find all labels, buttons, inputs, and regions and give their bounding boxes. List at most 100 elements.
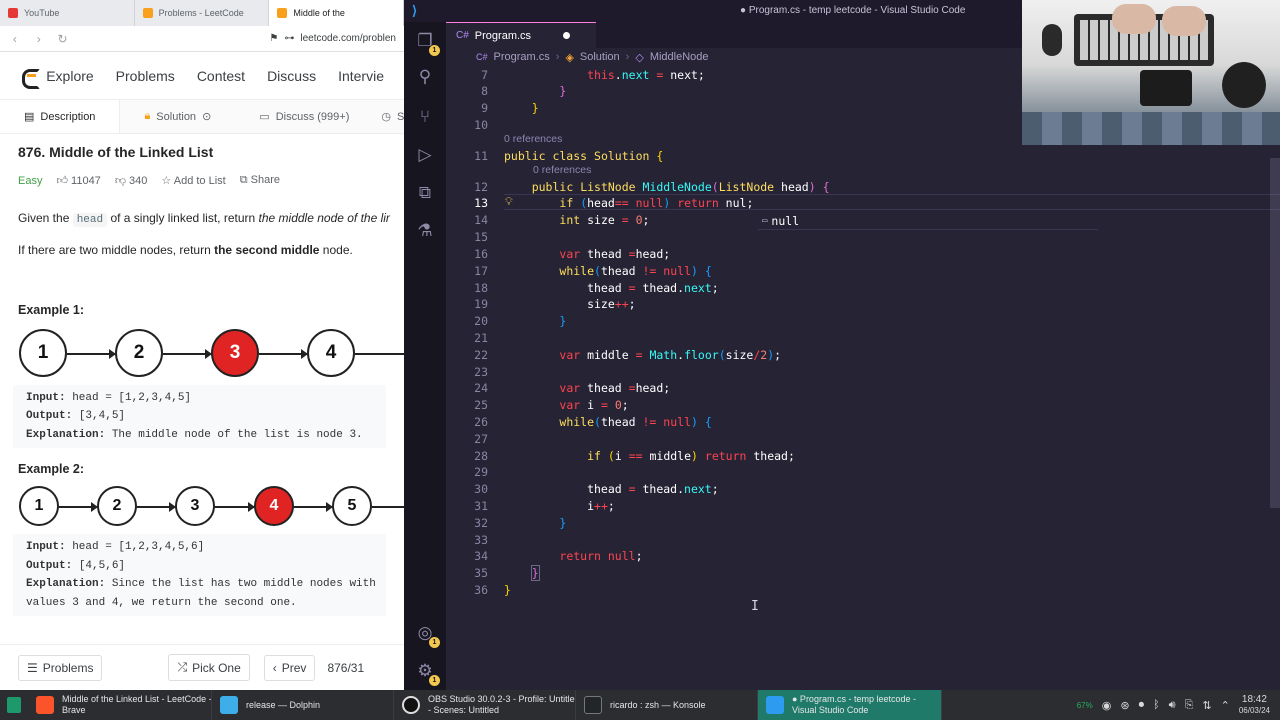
address-bar: ‹ › ↻ ⚑ ⊶ leetcode.com/problen bbox=[0, 26, 404, 52]
reload-icon[interactable]: ↻ bbox=[56, 32, 70, 46]
tab-discuss[interactable]: ▭ Discuss (999+) bbox=[235, 100, 373, 133]
breadcrumb-class[interactable]: Solution bbox=[580, 51, 620, 63]
prev-button[interactable]: ‹ Prev bbox=[263, 654, 316, 681]
account-badge: 1 bbox=[429, 637, 440, 648]
codelens-references[interactable]: 0 references bbox=[533, 164, 591, 176]
url-field[interactable]: ⚑ ⊶ leetcode.com/problen bbox=[269, 33, 396, 44]
search-icon[interactable]: ⚲ bbox=[414, 66, 436, 88]
back-icon[interactable]: ‹ bbox=[8, 32, 22, 46]
code-line: } bbox=[504, 583, 511, 597]
description-paragraph-2: If there are two middle nodes, return th… bbox=[18, 241, 386, 259]
code-line: } bbox=[559, 516, 567, 530]
tray-expand-icon[interactable]: ⌃ bbox=[1221, 699, 1230, 712]
leetcode-logo-icon[interactable] bbox=[20, 66, 42, 89]
settings-gear-icon[interactable]: ⚙ 1 bbox=[414, 660, 440, 686]
arrow-icon bbox=[163, 348, 212, 359]
description-icon: ▤ bbox=[24, 111, 35, 123]
codelens-references[interactable]: 0 references bbox=[504, 133, 562, 145]
clock[interactable]: 18:42 06/03/24 bbox=[1239, 694, 1270, 716]
browser-tab-label: Problems - LeetCode bbox=[158, 8, 244, 18]
nav-problems[interactable]: Problems bbox=[116, 68, 175, 84]
output-label: Output: bbox=[26, 410, 73, 422]
editor-tab-program-cs[interactable]: C# Program.cs bbox=[446, 22, 596, 48]
battery-icon[interactable]: 67% bbox=[1077, 701, 1093, 710]
task-konsole[interactable]: ricardo : zsh — Konsole bbox=[576, 690, 758, 720]
run-debug-icon[interactable]: ▷ bbox=[414, 144, 436, 166]
code-line: } bbox=[531, 101, 539, 115]
code-line: if (head== null) return nul; bbox=[559, 196, 754, 210]
tab-submissions[interactable]: ◷ S bbox=[373, 100, 404, 133]
nav-discuss[interactable]: Discuss bbox=[267, 68, 316, 84]
unsaved-dot-icon[interactable] bbox=[563, 32, 571, 39]
nav-explore[interactable]: Explore bbox=[46, 68, 93, 84]
volume-icon[interactable]: 🔊︎ bbox=[1169, 699, 1176, 712]
problems-list-button[interactable]: ☰ Problems bbox=[18, 654, 103, 681]
list-node: 5 bbox=[332, 486, 372, 526]
csharp-file-icon: C# bbox=[456, 30, 469, 41]
browser-tab-youtube[interactable]: YouTube bbox=[0, 0, 135, 26]
list-node: 2 bbox=[115, 328, 163, 377]
autocomplete-suggestion[interactable]: ▭ null bbox=[758, 212, 1098, 230]
settings-badge: 1 bbox=[429, 675, 440, 686]
suggestion-label: null bbox=[771, 213, 800, 228]
code-line: var middle = Math.floor(size/2); bbox=[559, 348, 782, 362]
line-number: 20 bbox=[474, 314, 488, 328]
pick-one-button[interactable]: ⤮ Pick One bbox=[168, 654, 250, 681]
line-number: 27 bbox=[474, 432, 488, 446]
steam-icon[interactable]: ⊛ bbox=[1120, 699, 1129, 712]
add-to-list-button[interactable]: ☆ Add to List bbox=[161, 174, 225, 187]
webcam-hand-right bbox=[1162, 6, 1206, 36]
code-line: var i = 0; bbox=[559, 398, 629, 412]
app-launcher-icon[interactable] bbox=[0, 690, 28, 720]
forward-icon[interactable]: › bbox=[32, 32, 46, 46]
browser-tab-strip: YouTube Problems - LeetCode Middle of th… bbox=[0, 0, 404, 26]
arrow-icon bbox=[372, 506, 404, 508]
example-1-diagram: 1 2 3 4 bbox=[18, 328, 404, 379]
code-line: thead = thead.next; bbox=[504, 482, 719, 496]
extensions-icon[interactable]: ⧉ bbox=[414, 182, 436, 204]
line-number: 26 bbox=[474, 415, 488, 429]
account-icon[interactable]: ◎ 1 bbox=[414, 622, 440, 648]
line-number: 14 bbox=[474, 213, 488, 227]
record-icon[interactable]: ⏺ bbox=[1139, 699, 1145, 712]
tab-label: S bbox=[396, 110, 404, 123]
code-line: public class Solution { bbox=[504, 149, 664, 163]
discord-icon[interactable]: ◉ bbox=[1102, 699, 1112, 712]
clipboard-icon[interactable]: ⎘ bbox=[1185, 699, 1194, 712]
like-button[interactable]: 👍︎ 11047 bbox=[56, 174, 100, 187]
explanation-text: Since the list has two middle nodes with bbox=[105, 578, 376, 590]
nav-contest[interactable]: Contest bbox=[197, 68, 245, 84]
code-editor[interactable]: 7 8 9 10 11 12 13 14 15 16 17 18 19 20 2… bbox=[446, 66, 1280, 690]
clock-icon: ◷ bbox=[381, 111, 391, 123]
tab-description[interactable]: ▤ Description bbox=[0, 100, 121, 133]
line-number: 35 bbox=[474, 566, 488, 580]
tab-solution[interactable]: 🔒︎ Solution ⊙ bbox=[120, 100, 235, 133]
task-obs[interactable]: OBS Studio 30.0.2-3 - Profile: Untitled -… bbox=[394, 690, 576, 720]
browser-tab-problems[interactable]: Problems - LeetCode bbox=[135, 0, 270, 26]
network-icon[interactable]: ⇅ bbox=[1202, 699, 1211, 712]
testing-icon[interactable]: ⚗ bbox=[414, 220, 436, 242]
window-title: ● Program.cs - temp leetcode - Visual St… bbox=[740, 5, 966, 16]
obs-icon bbox=[402, 696, 420, 714]
bookmark-icon[interactable]: ⚑ bbox=[269, 33, 278, 44]
nav-interview[interactable]: Intervie bbox=[338, 68, 384, 84]
editor-scrollbar[interactable] bbox=[1270, 158, 1280, 508]
site-info-icon[interactable]: ⊶ bbox=[284, 33, 294, 44]
code-line: while(thead != null) { bbox=[559, 264, 712, 278]
share-button[interactable]: ⧉ Share bbox=[240, 174, 280, 187]
task-brave[interactable]: Middle of the Linked List - LeetCode - Br… bbox=[28, 690, 212, 720]
thumbs-up-icon: 👍︎ bbox=[56, 175, 68, 187]
browser-tab-middle[interactable]: Middle of the bbox=[269, 0, 404, 26]
explorer-icon[interactable]: ❐ 1 bbox=[414, 30, 440, 56]
line-number: 31 bbox=[474, 499, 488, 513]
source-control-icon[interactable]: ⑂ bbox=[414, 106, 436, 128]
page-indicator: 876/31 bbox=[327, 660, 365, 675]
task-dolphin[interactable]: release — Dolphin bbox=[212, 690, 394, 720]
line-number: 33 bbox=[474, 533, 488, 547]
breadcrumb-file[interactable]: Program.cs bbox=[494, 51, 550, 63]
dislike-button[interactable]: 👎︎ 340 bbox=[115, 174, 148, 187]
bluetooth-icon[interactable]: ᛒ bbox=[1153, 699, 1160, 711]
task-vscode[interactable]: ● Program.cs - temp leetcode - Visual Stu… bbox=[758, 690, 942, 720]
breadcrumb-method[interactable]: MiddleNode bbox=[650, 51, 709, 63]
text-cursor-icon: I bbox=[751, 599, 759, 614]
